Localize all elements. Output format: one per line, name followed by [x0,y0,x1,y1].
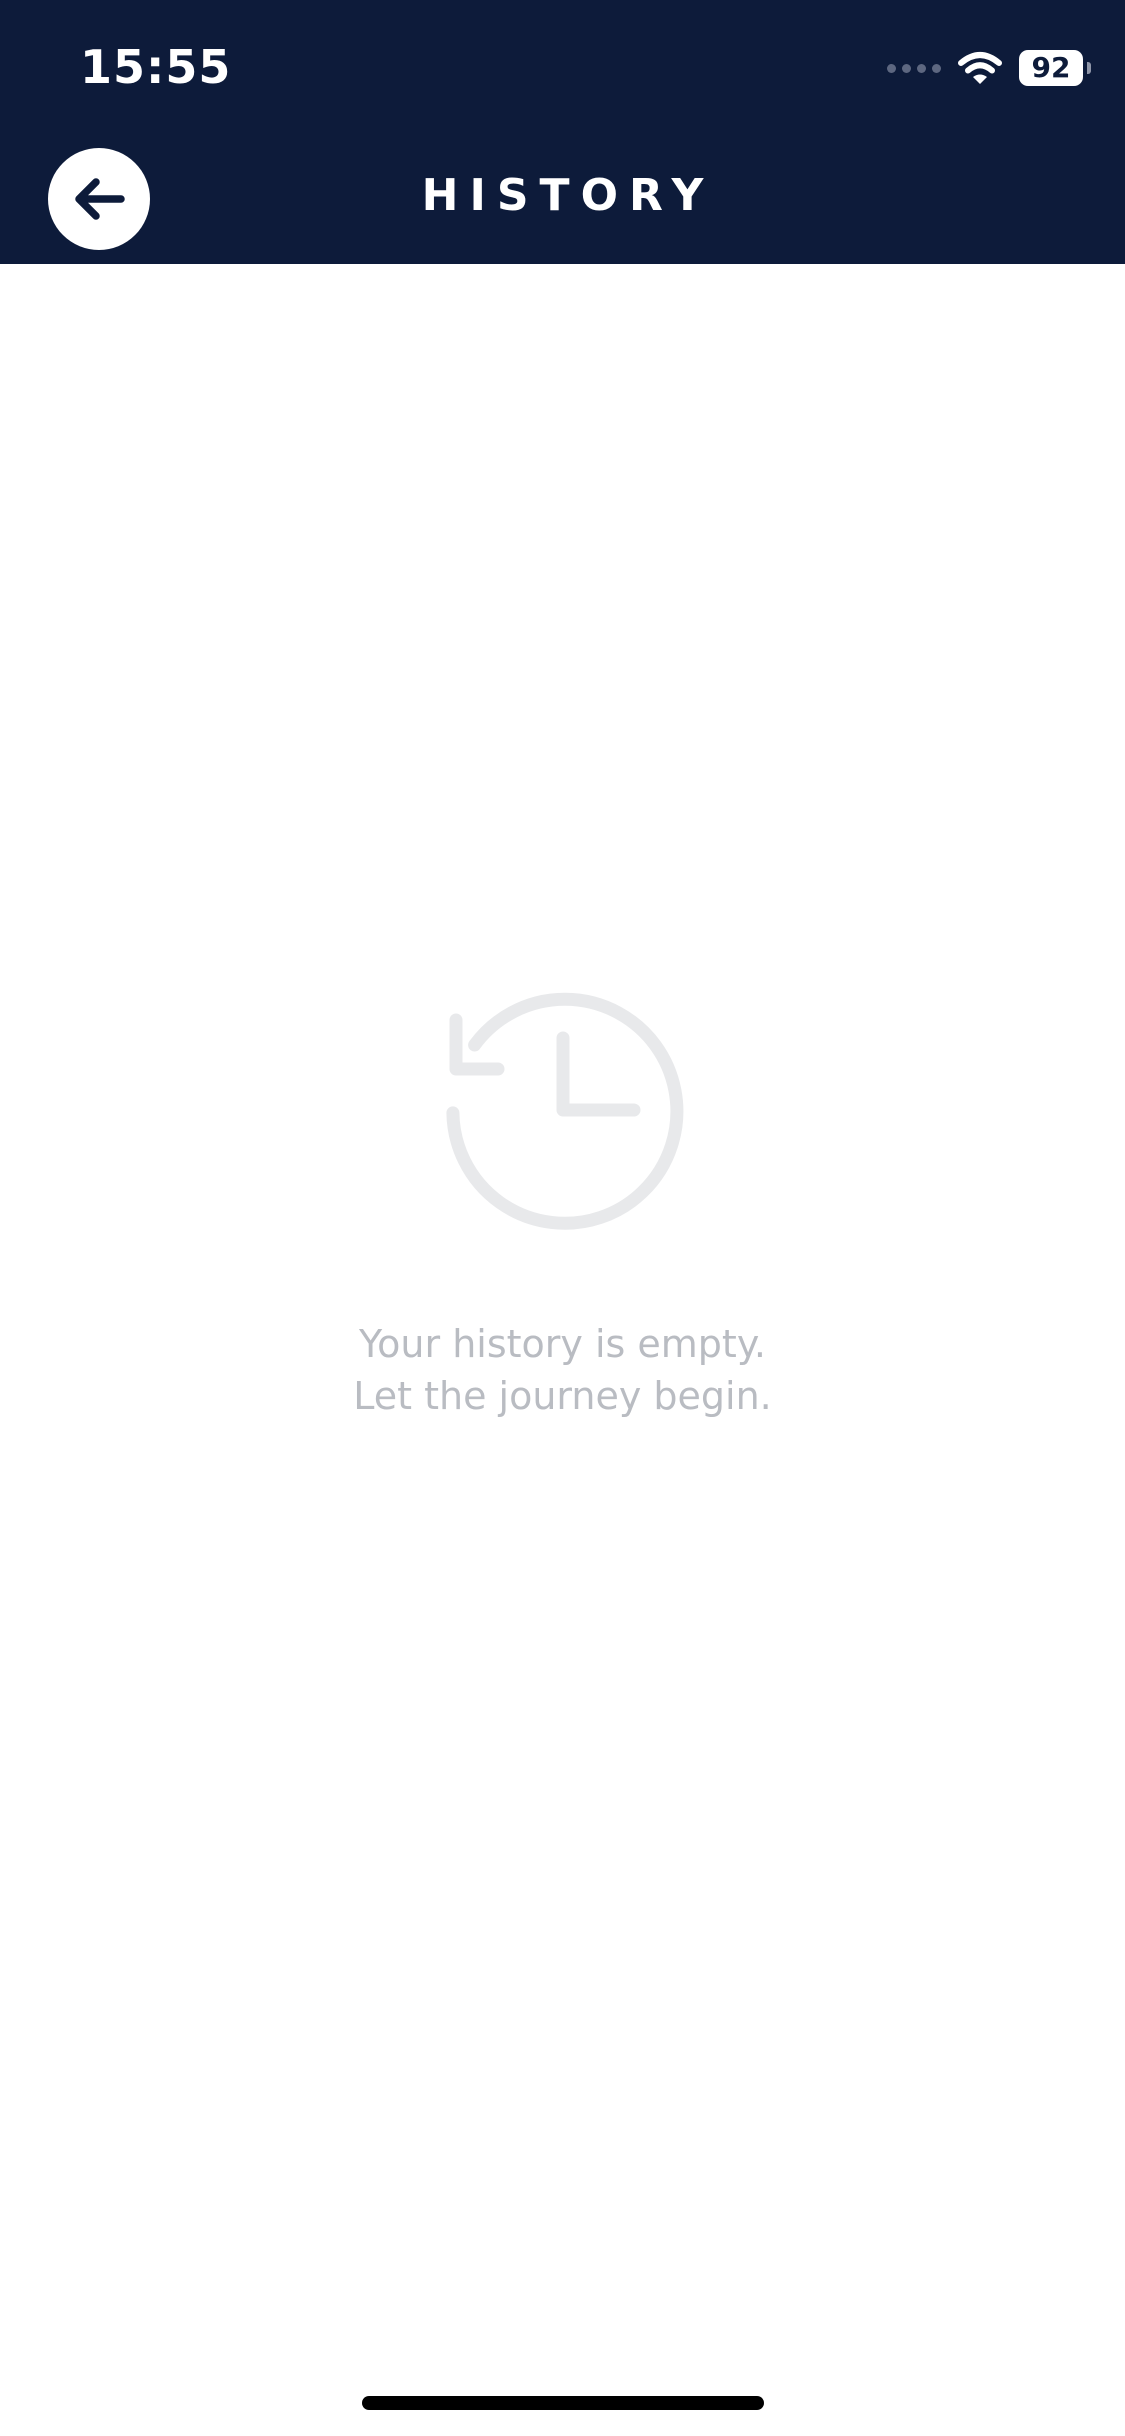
battery-level: 92 [1031,51,1071,84]
top-bar: 15:55 92 HISTORY [0,0,1125,264]
empty-message: Your history is empty. Let the journey b… [353,1318,772,1422]
empty-message-line-1: Your history is empty. [359,1322,766,1366]
home-indicator[interactable] [362,2396,764,2410]
cellular-signal-icon [887,63,941,73]
empty-state: Your history is empty. Let the journey b… [0,990,1125,1422]
history-clock-icon [445,992,683,1230]
history-screen: 15:55 92 HISTORY Your history is empty. … [0,0,1125,2436]
battery-icon: 92 [1019,50,1091,86]
page-title: HISTORY [421,170,715,221]
empty-message-line-2: Let the journey begin. [353,1374,772,1418]
status-time: 15:55 [80,40,232,94]
status-icons: 92 [887,46,1091,90]
wifi-icon [958,52,1002,84]
battery-cap [1087,62,1091,74]
